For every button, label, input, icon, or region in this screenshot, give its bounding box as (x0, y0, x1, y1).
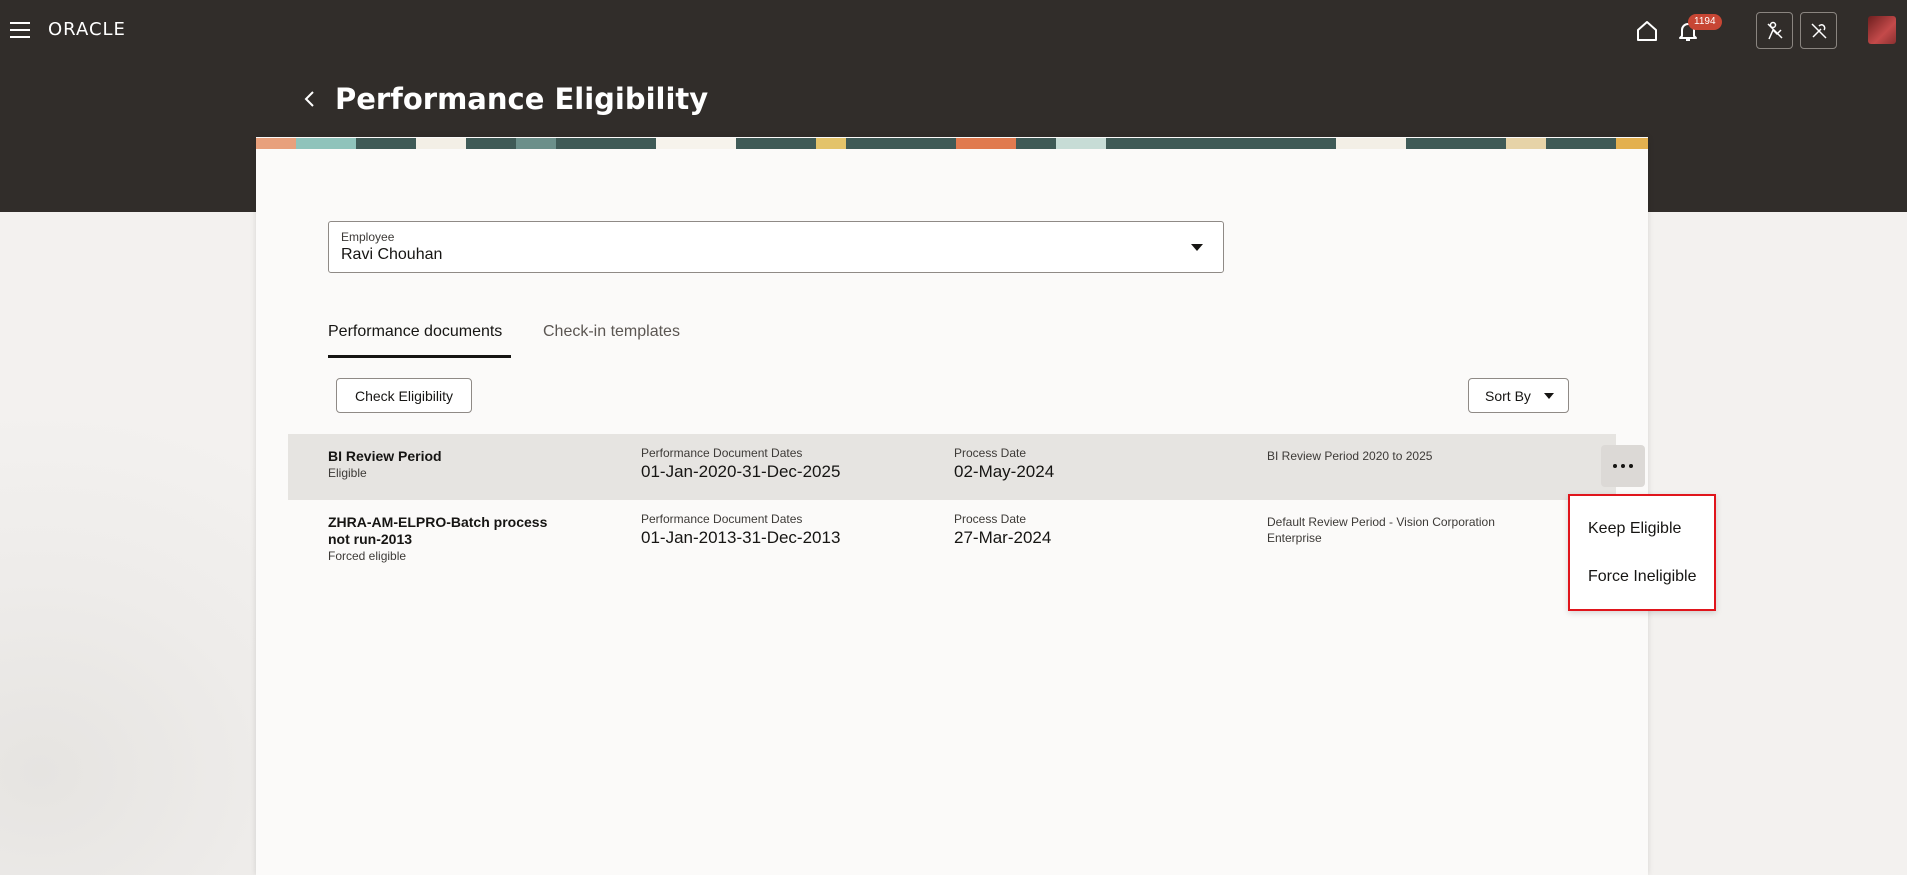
menu-icon[interactable] (10, 22, 30, 38)
employee-value: Ravi Chouhan (341, 246, 443, 263)
keep-eligible-menu-item[interactable]: Keep Eligible (1588, 520, 1681, 538)
employee-label: Employee (341, 230, 395, 244)
document-name: ZHRA-AM-ELPRO-Batch process not run-2013 (328, 514, 548, 547)
dates-value: 01-Jan-2013-31-Dec-2013 (641, 528, 841, 547)
dates-value: 01-Jan-2020-31-Dec-2025 (641, 462, 841, 481)
chevron-down-icon (1544, 393, 1554, 399)
process-date-label: Process Date (954, 446, 1027, 460)
sort-by-button[interactable]: Sort By (1468, 378, 1569, 413)
tab-active-indicator (328, 355, 511, 358)
chevron-down-icon[interactable] (1191, 244, 1203, 251)
process-date-value: 02-May-2024 (954, 462, 1055, 481)
page-title: Performance Eligibility (335, 82, 709, 116)
tab-check-in-templates[interactable]: Check-in templates (543, 323, 680, 341)
global-header: ORACLE 1194 (0, 0, 1907, 62)
employee-select[interactable]: Employee Ravi Chouhan (328, 221, 1224, 273)
home-icon[interactable] (1635, 19, 1659, 43)
banner-illustration (256, 137, 1648, 149)
document-name: BI Review Period (328, 448, 442, 464)
list-item[interactable]: BI Review Period Eligible Performance Do… (288, 434, 1645, 500)
dates-label: Performance Document Dates (641, 446, 803, 460)
dates-label: Performance Document Dates (641, 512, 803, 526)
accessibility-button[interactable] (1756, 12, 1793, 49)
tab-performance-documents[interactable]: Performance documents (328, 323, 502, 341)
check-eligibility-button[interactable]: Check Eligibility (336, 378, 472, 413)
avatar[interactable] (1868, 16, 1896, 44)
document-status: Forced eligible (328, 549, 407, 563)
actions-menu: Keep Eligible Force Ineligible (1568, 494, 1716, 611)
list-item[interactable]: ZHRA-AM-ELPRO-Batch process not run-2013… (288, 500, 1616, 566)
oracle-logo: ORACLE (48, 19, 126, 40)
ellipsis-icon (1613, 464, 1617, 468)
person-icon (1766, 21, 1783, 39)
notification-badge: 1194 (1688, 14, 1722, 30)
process-date-value: 27-Mar-2024 (954, 528, 1052, 547)
sort-by-label: Sort By (1485, 387, 1531, 404)
review-period-description: BI Review Period 2020 to 2025 (1267, 449, 1433, 463)
review-period-description: Default Review Period - Vision Corporati… (1267, 515, 1495, 545)
force-ineligible-menu-item[interactable]: Force Ineligible (1588, 568, 1697, 586)
settings-button[interactable] (1800, 12, 1837, 49)
back-chevron-icon[interactable] (300, 88, 320, 110)
main-card: Employee Ravi Chouhan Performance docume… (256, 137, 1648, 875)
document-status: Eligible (328, 466, 367, 480)
process-date-label: Process Date (954, 512, 1027, 526)
more-actions-button[interactable] (1601, 445, 1645, 487)
tools-icon (1810, 22, 1827, 39)
